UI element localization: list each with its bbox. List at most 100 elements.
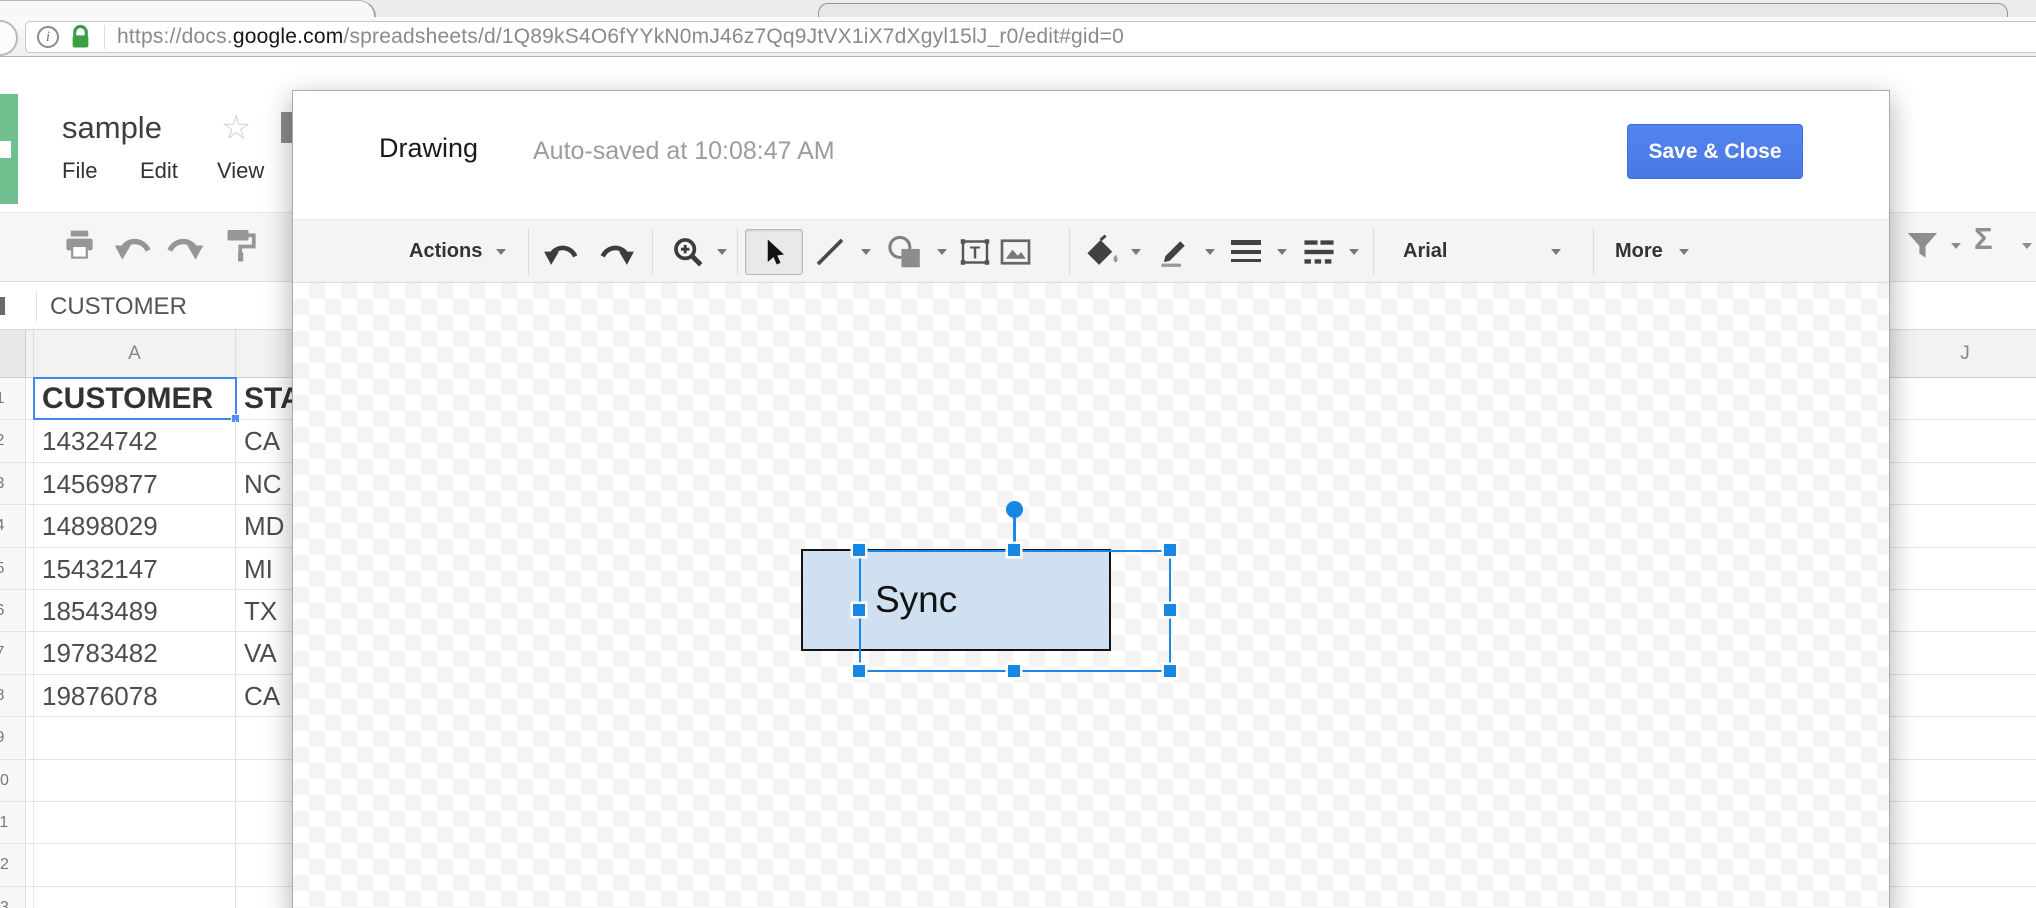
cell-a10[interactable]	[33, 760, 236, 801]
row-number[interactable]: 1	[0, 378, 26, 419]
resize-handle-w[interactable]	[853, 604, 865, 616]
row-number[interactable]: 12	[0, 844, 26, 885]
cell-a13[interactable]	[33, 887, 236, 908]
menu-file[interactable]: File	[62, 158, 97, 184]
line-color-icon[interactable]	[1157, 233, 1193, 269]
resize-handle-nw[interactable]	[853, 544, 865, 556]
address-bar[interactable]: i https://docs.google.com/spreadsheets/d…	[25, 21, 2036, 53]
more-menu-caret-icon[interactable]	[1679, 249, 1689, 260]
cell-a3[interactable]: 14569877	[33, 463, 236, 504]
toolbar-divider	[737, 228, 738, 275]
rotation-handle[interactable]	[1006, 501, 1023, 518]
fill-color-icon[interactable]	[1083, 233, 1121, 269]
undo-icon[interactable]	[114, 233, 154, 263]
shape-tool-icon[interactable]	[883, 233, 929, 271]
toolbar-divider	[1373, 228, 1374, 275]
print-icon[interactable]	[62, 227, 97, 262]
save-and-close-button[interactable]: Save & Close	[1627, 124, 1803, 179]
row-number[interactable]: 7	[0, 632, 26, 673]
row-number[interactable]: 4	[0, 505, 26, 546]
resize-handle-n[interactable]	[1008, 544, 1020, 556]
zoom-icon[interactable]	[671, 235, 705, 269]
row-number[interactable]: 2	[0, 420, 26, 461]
row-number[interactable]: 10	[0, 760, 26, 801]
url-text: https://docs.google.com/spreadsheets/d/1…	[117, 25, 1124, 49]
paint-format-icon[interactable]	[224, 227, 258, 263]
dialog-title: Drawing	[379, 133, 478, 164]
insert-image-icon[interactable]	[997, 234, 1034, 270]
line-weight-icon[interactable]	[1231, 238, 1261, 266]
document-title[interactable]: sample	[62, 110, 162, 146]
shape-selection-box	[859, 550, 1171, 672]
select-tool-button[interactable]	[745, 229, 803, 275]
redo-icon[interactable]	[164, 233, 204, 263]
drawing-canvas[interactable]: Sync	[293, 283, 1889, 908]
filter-icon[interactable]	[1904, 227, 1941, 262]
name-box-partial	[0, 297, 5, 315]
toolbar-divider	[528, 228, 529, 275]
zoom-caret-icon[interactable]	[717, 249, 727, 260]
font-family-dropdown[interactable]: Arial	[1403, 220, 1447, 282]
cell-a6[interactable]: 18543489	[33, 590, 236, 631]
column-header-a[interactable]: A	[33, 330, 236, 377]
line-tool-icon[interactable]	[813, 235, 847, 269]
line-dash-icon[interactable]	[1301, 236, 1337, 268]
menu-view[interactable]: View	[217, 158, 264, 184]
resize-handle-ne[interactable]	[1164, 544, 1176, 556]
redo-icon[interactable]	[597, 240, 635, 268]
text-box-icon[interactable]: T	[957, 234, 993, 270]
column-header-j[interactable]: J	[1894, 330, 2036, 378]
cell-a7[interactable]: 19783482	[33, 632, 236, 673]
row-number[interactable]: 3	[0, 463, 26, 504]
formula-bar-separator	[36, 291, 37, 322]
row-number[interactable]: 6	[0, 590, 26, 631]
menu-edit[interactable]: Edit	[140, 158, 178, 184]
font-family-caret-icon[interactable]	[1551, 249, 1561, 260]
cell-a8[interactable]: 19876078	[33, 675, 236, 716]
line-weight-caret-icon[interactable]	[1277, 249, 1287, 260]
fill-color-caret-icon[interactable]	[1131, 249, 1141, 260]
shape-tool-caret-icon[interactable]	[937, 249, 947, 260]
toolbar-divider	[1593, 228, 1594, 275]
drawing-toolbar: Actions	[293, 219, 1889, 283]
line-dash-caret-icon[interactable]	[1349, 249, 1359, 260]
row-number[interactable]: 8	[0, 675, 26, 716]
resize-handle-se[interactable]	[1164, 665, 1176, 677]
cell-a11[interactable]	[33, 802, 236, 843]
browser-button-partial[interactable]	[0, 20, 18, 56]
cell-a5[interactable]: 15432147	[33, 548, 236, 589]
actions-caret-icon[interactable]	[496, 249, 506, 260]
row-number[interactable]: 13	[0, 887, 26, 908]
cell-a9[interactable]	[33, 717, 236, 758]
line-color-caret-icon[interactable]	[1205, 249, 1215, 260]
star-icon[interactable]: ☆	[221, 108, 251, 148]
autosave-status: Auto-saved at 10:08:47 AM	[533, 137, 835, 166]
cell-a2[interactable]: 14324742	[33, 420, 236, 461]
https-lock-icon	[70, 24, 91, 50]
cell-a4[interactable]: 14898029	[33, 505, 236, 546]
filter-caret-icon[interactable]	[1951, 243, 1961, 254]
functions-caret-icon[interactable]	[2022, 243, 2032, 254]
resize-handle-e[interactable]	[1164, 604, 1176, 616]
toolbar-divider	[1069, 228, 1070, 275]
line-tool-caret-icon[interactable]	[861, 249, 871, 260]
functions-sigma-icon[interactable]: Σ	[1974, 221, 1993, 257]
actions-menu[interactable]: Actions	[409, 220, 482, 282]
formula-bar-value[interactable]: CUSTOMER	[50, 283, 187, 330]
cursor-arrow-icon	[759, 236, 789, 268]
cell-a12[interactable]	[33, 844, 236, 885]
row-number[interactable]: 11	[0, 802, 26, 843]
cell-a1-selected[interactable]: CUSTOMER	[33, 378, 236, 419]
undo-icon[interactable]	[543, 240, 581, 268]
resize-handle-s[interactable]	[1008, 665, 1020, 677]
active-tab[interactable]	[0, 0, 376, 18]
page-info-icon[interactable]: i	[37, 26, 59, 48]
svg-text:T: T	[970, 242, 981, 262]
row-number[interactable]: 5	[0, 548, 26, 589]
more-menu[interactable]: More	[1615, 220, 1663, 282]
row-number[interactable]: 9	[0, 717, 26, 758]
select-all-corner[interactable]	[0, 330, 26, 377]
browser-tab-strip	[0, 0, 2036, 17]
browser-window: i https://docs.google.com/spreadsheets/d…	[0, 0, 2036, 908]
resize-handle-sw[interactable]	[853, 665, 865, 677]
